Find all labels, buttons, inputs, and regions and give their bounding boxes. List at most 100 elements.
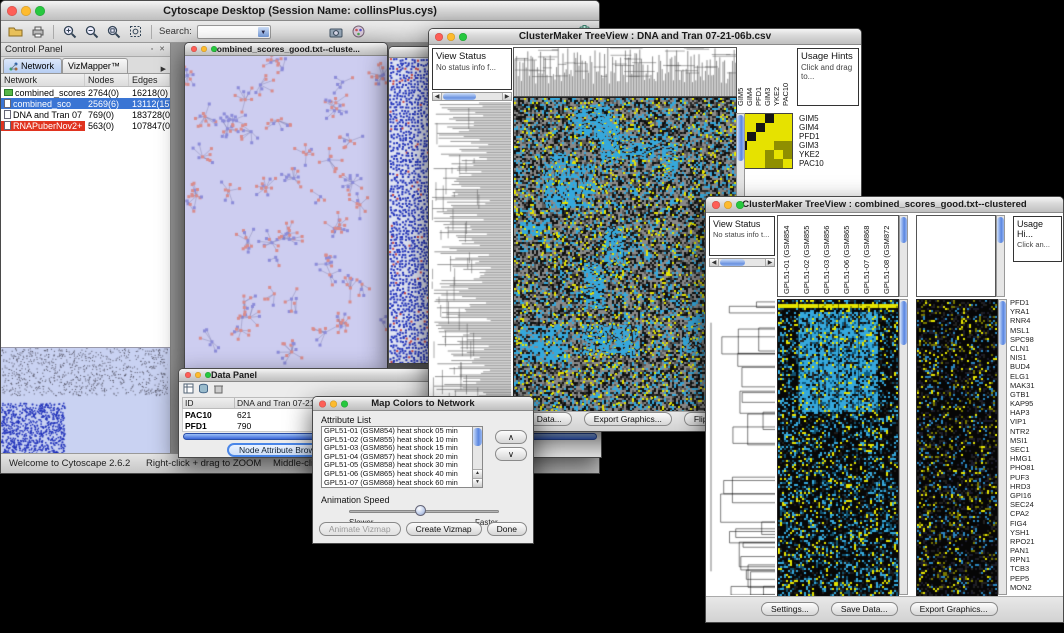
gene-label[interactable]: YRA1 <box>1010 307 1063 316</box>
network-row[interactable]: combined_sco 2569(6) 13112(15) <box>1 98 170 109</box>
delete-attribute-icon[interactable] <box>213 381 224 399</box>
gene-label[interactable]: GTB1 <box>1010 390 1063 399</box>
close-button[interactable] <box>712 201 720 209</box>
gene-label[interactable]: SEC24 <box>1010 500 1063 509</box>
dialog-button[interactable]: Animate Vizmap <box>319 522 401 536</box>
zoom-button[interactable] <box>736 201 744 209</box>
matrix-gene-label[interactable]: GIM5 <box>799 114 824 123</box>
network-row[interactable]: DNA and Tran 07 769(0) 183728(0) <box>1 109 170 120</box>
network-row[interactable]: RNAPuberNov2+ 563(0) 107847(0) <box>1 120 170 131</box>
gene-label[interactable]: RPN1 <box>1010 555 1063 564</box>
zoom-out-icon[interactable] <box>83 23 100 40</box>
treeview-button[interactable]: Settings... <box>761 602 819 616</box>
minimize-button[interactable] <box>201 46 207 52</box>
zoom-button[interactable] <box>459 33 467 41</box>
gene-label[interactable]: RNR4 <box>1010 316 1063 325</box>
scroll-left-icon[interactable]: ◀ <box>433 93 442 100</box>
slider-thumb[interactable] <box>415 505 426 516</box>
search-input[interactable]: ▼ <box>197 25 271 39</box>
gene-label[interactable]: YSH1 <box>1010 528 1063 537</box>
tab-network[interactable]: Network <box>3 58 62 73</box>
scrollbar-thumb[interactable] <box>999 301 1006 345</box>
gene-label[interactable]: PFD1 <box>1010 298 1063 307</box>
treeview-button[interactable]: Save Data... <box>831 602 898 616</box>
gene-label[interactable]: NTR2 <box>1010 427 1063 436</box>
zoom-fit-icon[interactable] <box>105 23 122 40</box>
gene-label[interactable]: RPO21 <box>1010 537 1063 546</box>
gene-label[interactable]: MON2 <box>1010 583 1063 592</box>
secondary-network-titlebar[interactable] <box>389 47 431 58</box>
combined-heatmap-canvas[interactable] <box>777 299 899 597</box>
horizontal-scrollbar[interactable]: ◀ ▶ <box>432 92 512 101</box>
minimize-button[interactable] <box>447 33 455 41</box>
attribute-select-icon[interactable] <box>183 381 194 399</box>
minimize-button[interactable] <box>724 201 732 209</box>
correlation-matrix[interactable] <box>737 113 793 169</box>
matrix-gene-label[interactable]: GIM4 <box>799 123 824 132</box>
dna-heatmap-canvas[interactable] <box>513 97 737 415</box>
gene-label[interactable]: MSI1 <box>1010 436 1063 445</box>
vertical-scrollbar[interactable] <box>899 299 908 595</box>
gene-label[interactable]: VIP1 <box>1010 417 1063 426</box>
close-button[interactable] <box>319 400 326 407</box>
animation-speed-slider[interactable] <box>349 505 499 517</box>
scrollbar-thumb[interactable] <box>900 217 907 243</box>
matrix-gene-label[interactable]: PFD1 <box>799 132 824 141</box>
gene-label[interactable]: HAP3 <box>1010 408 1063 417</box>
scroll-right-icon[interactable]: ▶ <box>502 93 511 100</box>
vertical-scrollbar[interactable] <box>998 299 1007 595</box>
horizontal-scrollbar[interactable]: ◀ ▶ <box>709 258 775 267</box>
print-icon[interactable] <box>29 23 46 40</box>
treeview-button[interactable]: Export Graphics... <box>910 602 998 616</box>
gene-label[interactable]: PHO81 <box>1010 463 1063 472</box>
dna-row-dendrogram-canvas[interactable] <box>431 102 511 413</box>
matrix-gene-label[interactable]: GIM3 <box>799 141 824 150</box>
gene-label[interactable]: CLN1 <box>1010 344 1063 353</box>
database-icon[interactable] <box>198 381 209 399</box>
attribute-list-scrollbar[interactable]: ▲ ▼ <box>472 427 482 487</box>
gene-label[interactable]: FIG4 <box>1010 519 1063 528</box>
gene-label[interactable]: PUF3 <box>1010 473 1063 482</box>
matrix-gene-label[interactable]: PAC10 <box>799 159 824 168</box>
zoom-button[interactable] <box>211 46 217 52</box>
zoom-selected-icon[interactable] <box>127 23 144 40</box>
minimize-button[interactable] <box>21 6 31 16</box>
gene-label[interactable]: MSL1 <box>1010 326 1063 335</box>
gene-label[interactable]: SEC1 <box>1010 445 1063 454</box>
matrix-gene-label[interactable]: YKE2 <box>799 150 824 159</box>
gene-label[interactable]: PEP5 <box>1010 574 1063 583</box>
scrollbar-thumb[interactable] <box>473 428 482 446</box>
gene-label[interactable]: MAK31 <box>1010 381 1063 390</box>
column-header-id[interactable]: ID <box>183 398 235 408</box>
scroll-up-icon[interactable]: ▲ <box>473 469 482 478</box>
tab-vizmapper[interactable]: VizMapper™ <box>62 58 128 73</box>
attribute-list-item[interactable]: GPL51-07 (GSM868) heat shock 60 min <box>322 479 482 488</box>
column-header-network[interactable]: Network <box>1 74 85 86</box>
combo-arrow-icon[interactable]: ▼ <box>258 27 269 37</box>
network-overview-canvas[interactable] <box>1 348 168 453</box>
scrollbar-thumb[interactable] <box>720 259 745 266</box>
gene-label[interactable]: GPI16 <box>1010 491 1063 500</box>
zoom-button[interactable] <box>341 400 348 407</box>
main-titlebar[interactable]: Cytoscape Desktop (Session Name: collins… <box>1 1 599 21</box>
close-button[interactable] <box>435 33 443 41</box>
vertical-scrollbar[interactable] <box>899 215 908 297</box>
gene-label[interactable]: CPA2 <box>1010 509 1063 518</box>
minimize-button[interactable] <box>195 372 201 378</box>
dialog-button[interactable]: Create Vizmap <box>406 522 482 536</box>
network-view-titlebar[interactable]: combined_scores_good.txt--cluste... <box>185 43 387 56</box>
scrollbar-thumb[interactable] <box>737 115 744 161</box>
gene-label[interactable]: BUD4 <box>1010 362 1063 371</box>
dialog-button[interactable]: Done <box>487 522 527 536</box>
treeview-combined-titlebar[interactable]: ClusterMaker TreeView : combined_scores_… <box>706 197 1063 213</box>
scrollbar-thumb[interactable] <box>997 217 1004 243</box>
scrollbar-thumb[interactable] <box>443 93 476 100</box>
network-row[interactable]: combined_scores 2764(0) 16218(0) <box>1 87 170 98</box>
map-colors-titlebar[interactable]: Map Colors to Network <box>313 397 533 411</box>
tab-overflow-arrow[interactable]: ▶ <box>157 65 170 73</box>
dna-column-dendrogram-canvas[interactable] <box>513 47 737 97</box>
scrollbar-thumb[interactable] <box>900 301 907 345</box>
control-panel-window-icons[interactable]: ▫ ✕ <box>151 45 167 53</box>
gene-label[interactable]: NIS1 <box>1010 353 1063 362</box>
close-button[interactable] <box>191 46 197 52</box>
